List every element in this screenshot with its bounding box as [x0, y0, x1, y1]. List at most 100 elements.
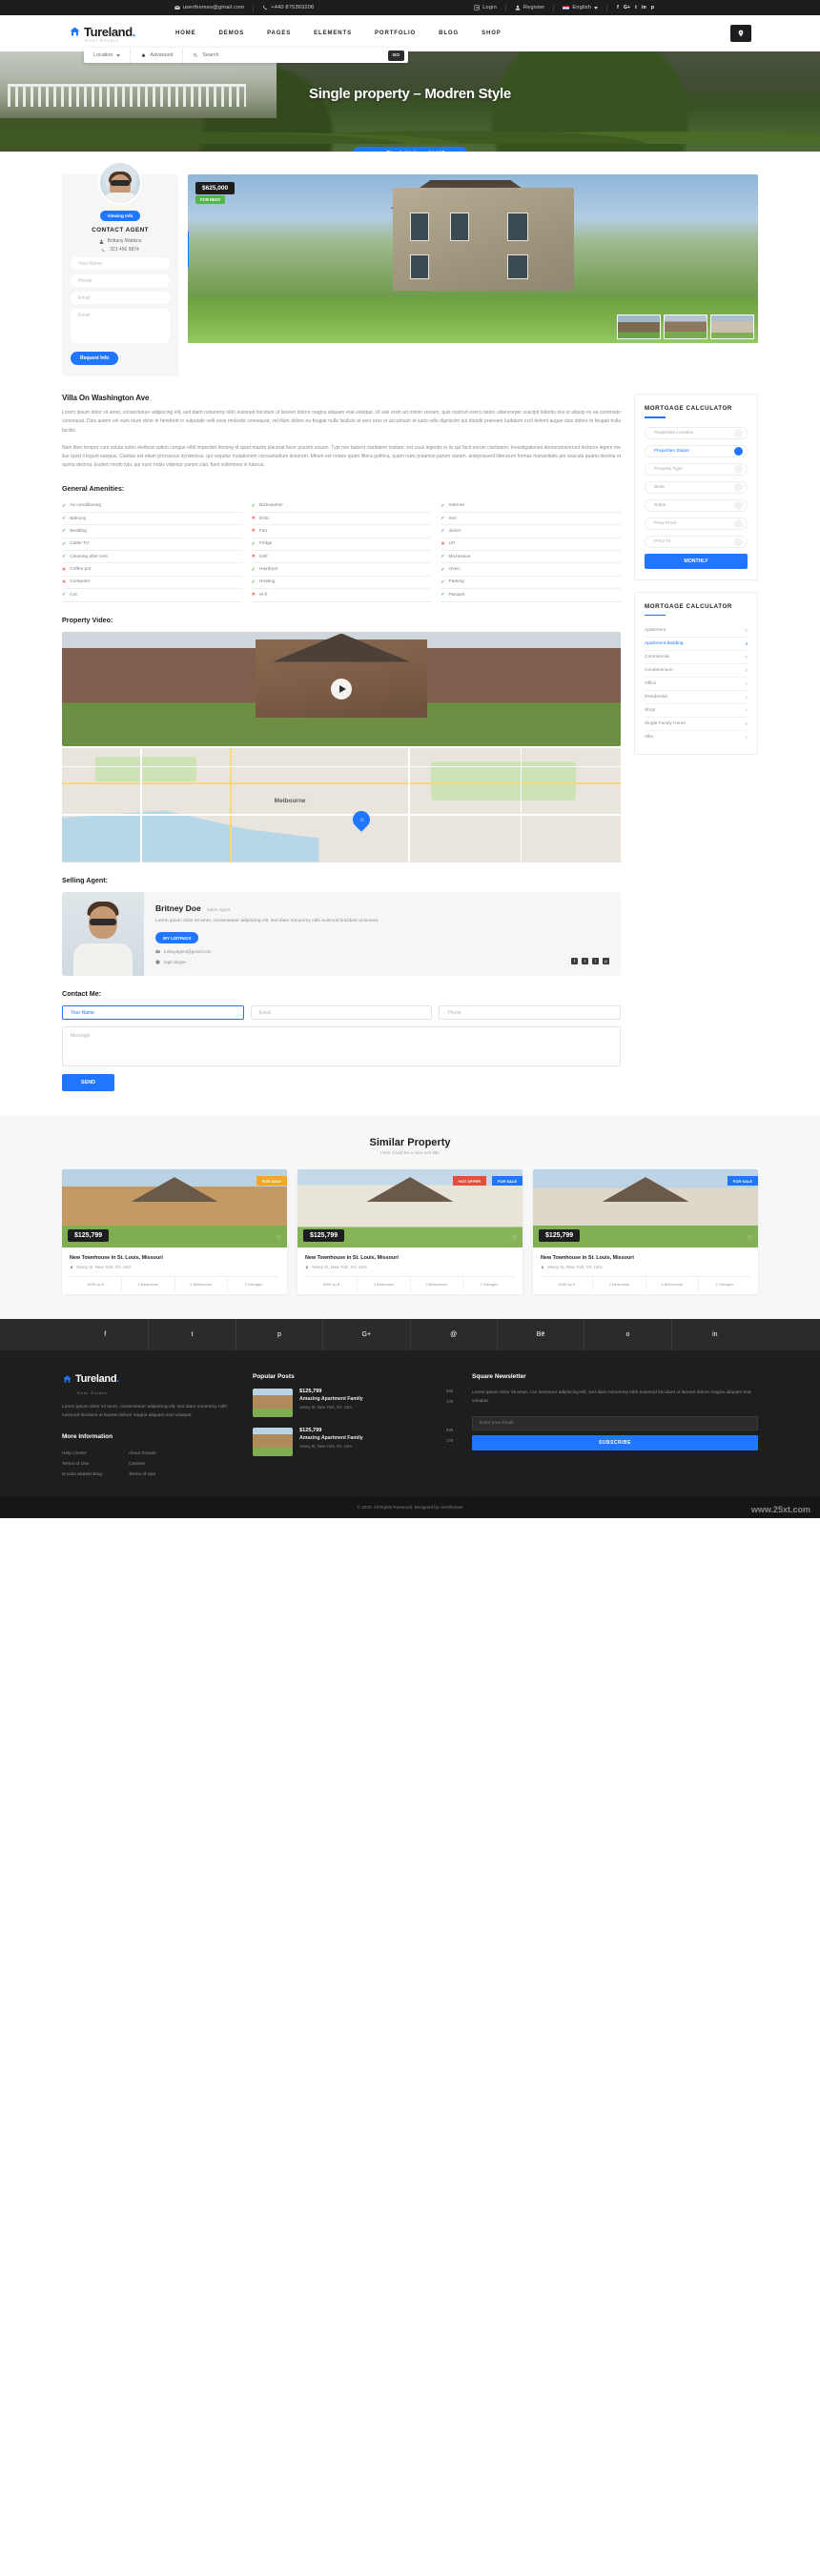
nav-item-elements[interactable]: ELEMENTS [302, 30, 363, 36]
footer-link[interactable]: About Envato [129, 1451, 156, 1456]
favorite-heart-icon[interactable]: ♡ [748, 1235, 752, 1242]
footer-link[interactable]: Careers [129, 1462, 156, 1467]
mortgage-field-price-to[interactable]: Price To [645, 535, 748, 548]
strip-facebook-icon[interactable]: f [62, 1319, 150, 1351]
search-advanced-toggle[interactable]: Advanced [131, 48, 184, 63]
contact-phone-input[interactable]: Phone [439, 1005, 622, 1021]
social-pinterest-icon[interactable]: p [603, 958, 609, 965]
amenity-item: ✓ Parquet [441, 589, 621, 602]
nav-item-demos[interactable]: DEMOS [208, 30, 256, 36]
footer-link[interactable]: Terms of Use [62, 1462, 102, 1467]
property-detail-content: Villa On Washington Ave Lorem ipsum dolo… [62, 394, 758, 1092]
popular-post-item[interactable]: $125,799 Amazing Apartment Family Vesey … [253, 1428, 453, 1457]
newsletter-email-input[interactable]: Enter your Email [472, 1416, 758, 1431]
request-info-button[interactable]: Request Info [71, 352, 119, 365]
topbar-phone[interactable]: +440 875369208 [254, 5, 322, 10]
monthly-button[interactable]: MONTHLY [645, 553, 748, 569]
property-card[interactable]: HOT OFFER FOR SALE $125,799 ♡ New Townho… [297, 1169, 523, 1295]
popular-post-item[interactable]: $125,799 Amazing Apartment Family Vesey … [253, 1389, 453, 1418]
category-row-villa[interactable]: Villa 1 [645, 731, 748, 743]
category-row-shop[interactable]: Shop 7 [645, 704, 748, 718]
search-go-button[interactable]: GO [387, 50, 404, 61]
footer-link[interactable]: Help Center [62, 1451, 102, 1456]
agent-email-field[interactable]: Email [71, 292, 170, 304]
contact-name-input[interactable]: Your Name [62, 1005, 244, 1021]
social-twitter-icon[interactable]: t [582, 958, 588, 965]
search-input[interactable]: Search [183, 48, 387, 63]
selling-agent-skype-row[interactable]: login.skype [155, 960, 212, 964]
property-map[interactable]: Melbourne ⌂ [62, 747, 621, 862]
amenity-label: DVD [258, 516, 269, 521]
agent-message-field[interactable]: Email [71, 309, 170, 343]
agent-name-field[interactable]: Your Name [71, 257, 170, 270]
gallery-thumbnail[interactable] [664, 314, 707, 339]
strip-pinterest-icon[interactable]: p [236, 1319, 324, 1351]
topbar-email[interactable]: userthemes@gmail.com [166, 5, 253, 10]
category-row-apartment[interactable]: Apartment 6 [645, 624, 748, 638]
mortgage-field-beds[interactable]: Beds [645, 480, 748, 494]
category-row-residential[interactable]: Residential 2 [645, 691, 748, 704]
category-row-single-family-home[interactable]: Single Family Home 9 [645, 718, 748, 731]
property-card[interactable]: FOR SALE $125,799 ♡ New Townhouse in St.… [62, 1169, 287, 1295]
strip-behance-icon[interactable]: Bē [498, 1319, 585, 1351]
register-link[interactable]: Register [506, 5, 553, 10]
contact-email-input[interactable]: Email [250, 1005, 433, 1021]
mortgage-field-price-from[interactable]: Price From [645, 517, 748, 530]
strip-linkedin-icon[interactable]: in [672, 1319, 758, 1350]
play-button-icon[interactable] [331, 678, 352, 700]
mortgage-field-baths[interactable]: Baths [645, 498, 748, 512]
map-pin-button[interactable] [730, 25, 751, 42]
category-label: Apartment [645, 628, 666, 633]
strip-email-icon[interactable]: @ [411, 1319, 498, 1351]
mortgage-field-type[interactable]: Property Type [645, 462, 748, 476]
login-link[interactable]: Login [465, 5, 505, 10]
category-row-condominium[interactable]: Condominium 8 [645, 664, 748, 678]
social-twitter-icon[interactable]: t [635, 5, 637, 10]
favorite-heart-icon[interactable]: ♡ [277, 1235, 281, 1242]
gallery-thumbnail[interactable] [710, 314, 754, 339]
contact-message-textarea[interactable]: Message [62, 1026, 621, 1067]
agent-phone-field[interactable]: Phone [71, 274, 170, 287]
contact-send-button[interactable]: SEND [62, 1074, 114, 1092]
category-row-office[interactable]: Office 4 [645, 678, 748, 691]
social-googleplus-icon[interactable]: G+ [624, 5, 630, 10]
viewing-info-button[interactable]: Viewing Info [99, 211, 141, 221]
search-location-dropdown[interactable]: Location [84, 48, 132, 63]
nav-item-portfolio[interactable]: PORTFOLIO [363, 30, 427, 36]
nav-item-home[interactable]: HOME [164, 30, 208, 36]
favorite-heart-icon[interactable]: ♡ [512, 1235, 517, 1242]
social-linkedin-icon[interactable]: in [642, 5, 646, 10]
nav-item-blog[interactable]: BLOG [427, 30, 470, 36]
selling-agent-email-row[interactable]: turkeyagent@gmail.com [155, 949, 212, 954]
card-location-row: Vesey St, New York, NY, USA [541, 1265, 750, 1269]
mortgage-widget-title: MORTGAGE CALCULATOR [645, 405, 732, 412]
footer-logo[interactable]: Tureland. [62, 1373, 234, 1385]
social-facebook-icon[interactable]: f [617, 5, 619, 10]
nav-item-shop[interactable]: SHOP [470, 30, 513, 36]
map-marker-pin[interactable]: ⌂ [348, 806, 374, 832]
amenity-label: Grill [258, 554, 268, 559]
category-row-commercial[interactable]: Commercial 5 [645, 651, 748, 664]
strip-googleplus-icon[interactable]: G+ [323, 1319, 411, 1351]
social-instagram-icon[interactable]: i [592, 958, 599, 965]
language-selector[interactable]: English [554, 5, 606, 10]
newsletter-subscribe-button[interactable]: SUBSCRIBE [472, 1435, 758, 1451]
nav-item-pages[interactable]: PAGES [256, 30, 302, 36]
social-pinterest-icon[interactable]: p [651, 5, 654, 10]
strip-dribbble-icon[interactable]: o [584, 1319, 672, 1351]
my-listings-button[interactable]: MY LISTINGS [155, 932, 199, 944]
card-stats: 4000 sq ft 4 Bedrooms 3 Bathrooms 2 Gara… [305, 1276, 515, 1292]
mortgage-field-status[interactable]: Properties Status [645, 444, 748, 457]
agent-side-tab[interactable]: AGENT [188, 232, 189, 268]
gallery-thumbnail[interactable] [617, 314, 661, 339]
home-icon[interactable] [368, 151, 374, 152]
social-facebook-icon[interactable]: f [571, 958, 578, 965]
site-logo[interactable]: Tureland. Real Estate [69, 25, 135, 43]
footer-link[interactable]: Envato Market Blog [62, 1472, 102, 1477]
property-card[interactable]: FOR SALE $125,799 ♡ New Townhouse in St.… [533, 1169, 758, 1295]
category-row-apartment-building[interactable]: Apartment Building 3 [645, 638, 748, 651]
strip-twitter-icon[interactable]: t [149, 1319, 236, 1351]
property-video[interactable] [62, 631, 621, 746]
mortgage-field-location[interactable]: Properties Location [645, 426, 748, 439]
footer-link[interactable]: Terms of Use [129, 1472, 156, 1477]
